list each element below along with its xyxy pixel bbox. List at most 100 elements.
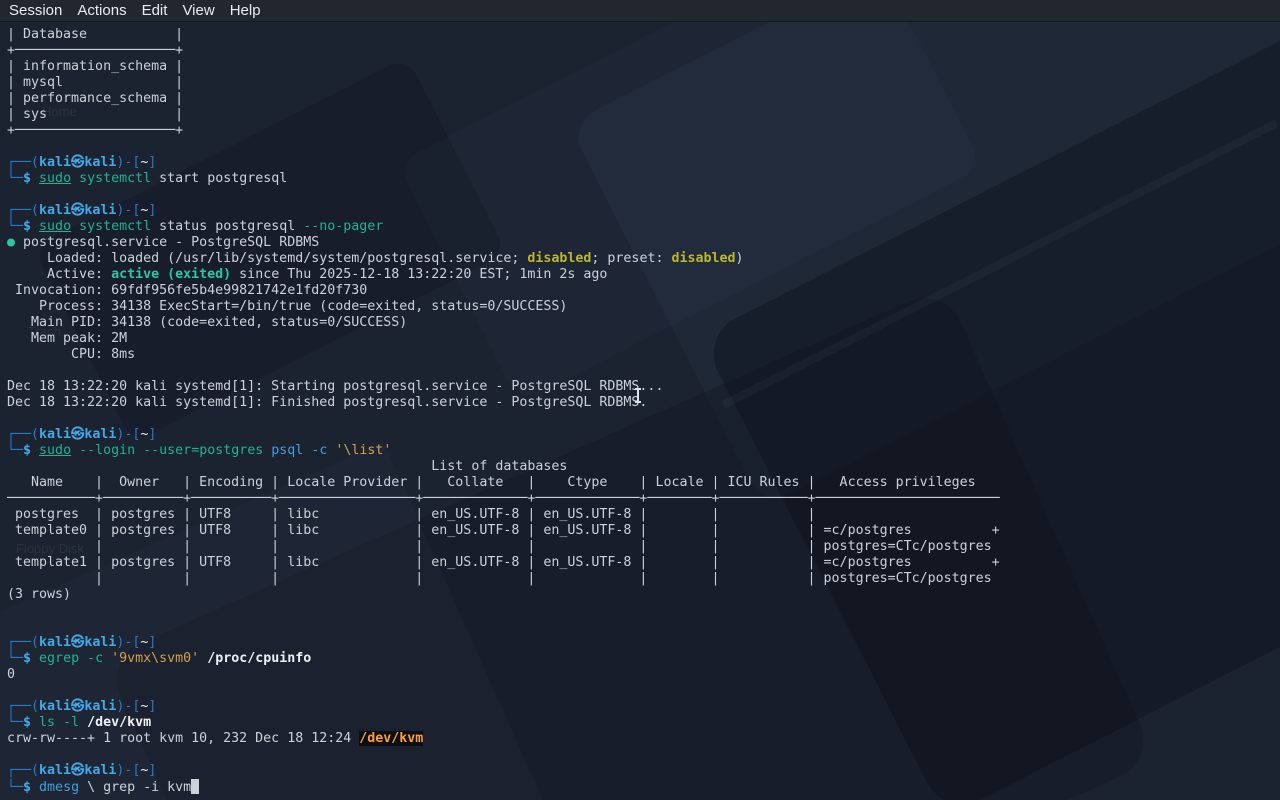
menu-help[interactable]: Help [230, 2, 261, 19]
terminal-line [7, 363, 1280, 379]
terminal-text-segment: $ [23, 651, 31, 666]
terminal-text-segment: \ grep -i kvm [79, 780, 191, 795]
terminal-line: Process: 34138 ExecStart=/bin/true (code… [7, 299, 1280, 315]
terminal-text-segment: ┌──( [7, 699, 39, 714]
terminal-text-segment [31, 219, 39, 234]
terminal-text-segment: ┌──( [7, 203, 39, 218]
terminal-text-segment: template0 | postgres | UTF8 | libc | en_… [7, 523, 1000, 538]
terminal-text-segment: /proc/cpuinfo [207, 651, 311, 666]
terminal-line [7, 187, 1280, 203]
terminal-line: ┌──(kali㉿kali)-[~] [7, 763, 1280, 779]
terminal-text-segment: sudo [39, 443, 71, 458]
terminal-line [7, 603, 1280, 619]
terminal-text-segment: ● [7, 235, 15, 250]
terminal-text-segment: template1 | postgres | UTF8 | libc | en_… [7, 555, 1000, 570]
terminal-text-segment [79, 715, 87, 730]
terminal-line: Active: active (exited) since Thu 2025-1… [7, 267, 1280, 283]
terminal-text-segment: -c [311, 443, 327, 458]
terminal-text-segment: )-[ [116, 763, 140, 778]
terminal-line: └─$ egrep -c '9vmx\svm0' /proc/cpuinfo [7, 651, 1280, 667]
terminal-text-segment: └─ [7, 443, 23, 458]
terminal-text-segment: | | | | | | | | postgres=CTc/postgres [7, 571, 992, 586]
terminal-text-segment: )-[ [116, 427, 140, 442]
terminal-line: └─$ dmesg \ grep -i kvm [7, 779, 1280, 795]
terminal-text-segment: kali㉿kali [39, 203, 116, 218]
terminal-line: postgres | postgres | UTF8 | libc | en_U… [7, 507, 1280, 523]
terminal-text-segment [199, 651, 207, 666]
terminal-text-segment: | sys | [7, 107, 183, 122]
terminal-line: Mem peak: 2M [7, 331, 1280, 347]
terminal-text-segment: start postgresql [151, 171, 287, 186]
terminal-text-segment: sudo [39, 171, 71, 186]
menu-actions[interactable]: Actions [77, 2, 126, 19]
terminal-line: Invocation: 69fdf956fe5b4e99821742e1fd20… [7, 283, 1280, 299]
terminal-line: ┌──(kali㉿kali)-[~] [7, 427, 1280, 443]
terminal-text-segment [31, 171, 39, 186]
terminal-line [7, 619, 1280, 635]
terminal-text-segment [135, 443, 143, 458]
terminal-text-segment: psql [271, 443, 303, 458]
terminal-text-segment: kali㉿kali [39, 635, 116, 650]
terminal-text-segment [31, 651, 39, 666]
menu-session[interactable]: Session [9, 2, 62, 19]
terminal-text-segment: dmesg [39, 780, 79, 795]
terminal-text-segment: Name | Owner | Encoding | Locale Provide… [7, 475, 1000, 490]
terminal-line: Main PID: 34138 (code=exited, status=0/S… [7, 315, 1280, 331]
terminal-line: └─$ sudo systemctl start postgresql [7, 171, 1280, 187]
terminal-text-segment: └─ [7, 171, 23, 186]
terminal-text-segment: ┌──( [7, 635, 39, 650]
terminal-text-segment: Main PID: 34138 (code=exited, status=0/S… [7, 315, 407, 330]
terminal-text-segment: └─ [7, 715, 23, 730]
terminal-text-segment: 0 [7, 667, 15, 682]
terminal-line: CPU: 8ms [7, 347, 1280, 363]
terminal-text-segment: +────────────────────+ [7, 43, 183, 58]
terminal-line: ───────────+──────────+──────────+──────… [7, 491, 1280, 507]
terminal-text-segment: Loaded: loaded (/usr/lib/systemd/system/… [7, 251, 527, 266]
terminal-line: ┌──(kali㉿kali)-[~] [7, 635, 1280, 651]
terminal-text-segment: --user=postgres [143, 443, 263, 458]
terminal-text-segment: ls [39, 715, 55, 730]
terminal-text-segment: postgres | postgres | UTF8 | libc | en_U… [7, 507, 824, 522]
terminal-line: | performance_schema | [7, 91, 1280, 107]
terminal-text-segment: postgresql.service - PostgreSQL RDBMS [15, 235, 319, 250]
terminal-line: +────────────────────+ [7, 43, 1280, 59]
terminal-text-segment: └─ [7, 780, 23, 795]
terminal-text-segment: kali㉿kali [39, 155, 116, 170]
text-cursor [191, 779, 199, 794]
terminal-line: template0 | postgres | UTF8 | libc | en_… [7, 523, 1280, 539]
terminal-text-segment: ] [148, 427, 156, 442]
terminal-line: (3 rows) [7, 587, 1280, 603]
terminal-output[interactable]: | Database |+────────────────────+| info… [0, 22, 1280, 800]
terminal-line: List of databases [7, 459, 1280, 475]
terminal-text-segment: $ [23, 780, 31, 795]
terminal-text-segment: ] [148, 635, 156, 650]
terminal-text-segment: )-[ [116, 155, 140, 170]
terminal-text-segment: )-[ [116, 203, 140, 218]
terminal-text-segment: ] [148, 763, 156, 778]
terminal-line: ┌──(kali㉿kali)-[~] [7, 203, 1280, 219]
terminal-text-segment [55, 715, 63, 730]
terminal-text-segment: sudo [39, 219, 71, 234]
menu-edit[interactable]: Edit [142, 2, 168, 19]
terminal-line [7, 139, 1280, 155]
terminal-line: template1 | postgres | UTF8 | libc | en_… [7, 555, 1280, 571]
terminal-text-segment: Dec 18 13:22:20 kali systemd[1]: Finishe… [7, 395, 647, 410]
terminal-text-segment: ] [148, 203, 156, 218]
terminal-line: | Database | [7, 27, 1280, 43]
terminal-text-segment: )-[ [116, 699, 140, 714]
terminal-text-segment: kali㉿kali [39, 427, 116, 442]
terminal-text-segment: $ [23, 219, 31, 234]
terminal-text-segment: -c [87, 651, 103, 666]
menu-view[interactable]: View [182, 2, 214, 19]
terminal-text-segment: List of databases [7, 459, 567, 474]
terminal-text-segment: Active: [7, 267, 111, 282]
terminal-line: +────────────────────+ [7, 123, 1280, 139]
terminal-text-segment: ] [148, 155, 156, 170]
terminal-text-segment: --login [79, 443, 135, 458]
terminal-text-segment: egrep [39, 651, 79, 666]
terminal-line [7, 747, 1280, 763]
terminal-text-segment: ┌──( [7, 427, 39, 442]
terminal-text-segment: systemctl [79, 219, 151, 234]
terminal-line: └─$ sudo systemctl status postgresql --n… [7, 219, 1280, 235]
terminal-text-segment: disabled [671, 251, 735, 266]
